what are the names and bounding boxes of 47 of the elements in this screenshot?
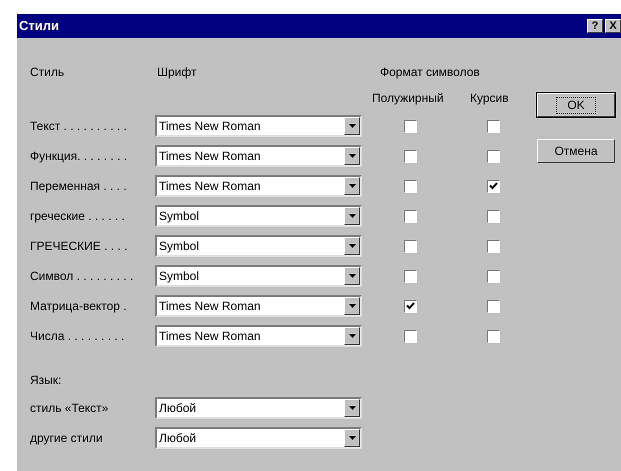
checkbox[interactable] <box>404 270 417 282</box>
checkbox[interactable] <box>404 330 417 342</box>
language-style-label: стиль «Текст» <box>30 400 110 417</box>
font-dropdown[interactable]: Times New Roman <box>155 115 362 137</box>
window-title: Стили <box>19 17 60 36</box>
checkbox[interactable] <box>487 270 500 282</box>
cancel-button[interactable]: Отмена <box>537 139 615 163</box>
language-label: Язык: <box>30 372 62 389</box>
font-dropdown[interactable]: Любой <box>155 397 362 419</box>
close-button[interactable]: X <box>605 19 621 33</box>
font-dropdown[interactable]: Symbol <box>155 205 362 227</box>
style-label: Символ . . . . . . . . . <box>30 268 134 285</box>
checkbox[interactable] <box>487 120 500 132</box>
style-label: Матрица-вектор . <box>30 298 128 315</box>
checkbox[interactable] <box>487 330 500 342</box>
style-label: Функция. . . . . . . . <box>30 148 128 165</box>
checkbox[interactable] <box>487 240 500 252</box>
style-label: Текст . . . . . . . . . . <box>30 118 128 135</box>
help-button[interactable]: ? <box>587 19 603 33</box>
font-dropdown[interactable]: Times New Roman <box>155 175 362 197</box>
style-label: Числа . . . . . . . . . <box>30 328 126 345</box>
column-header: Формат символов <box>380 64 480 81</box>
font-dropdown[interactable]: Любой <box>155 427 362 449</box>
checkbox[interactable] <box>404 240 417 252</box>
font-dropdown[interactable]: Times New Roman <box>155 295 362 317</box>
style-label: греческие . . . . . . <box>30 208 126 225</box>
font-dropdown[interactable]: Times New Roman <box>155 145 362 167</box>
column-header: Стиль <box>30 64 66 81</box>
checkbox[interactable] <box>487 150 500 162</box>
font-dropdown[interactable]: Symbol <box>155 265 362 287</box>
font-dropdown[interactable]: Times New Roman <box>155 325 362 347</box>
checkbox[interactable] <box>487 210 500 222</box>
checkbox[interactable] <box>487 180 500 192</box>
checkbox[interactable] <box>404 300 417 312</box>
checkbox[interactable] <box>404 150 417 162</box>
style-label: Переменная . . . . <box>30 178 128 195</box>
language-style-label: другие стили <box>30 430 104 447</box>
style-label: ГРЕЧЕСКИЕ . . . . <box>30 238 128 255</box>
column-header: Шрифт <box>157 64 198 81</box>
checkbox[interactable] <box>404 120 417 132</box>
ok-button[interactable]: OK <box>537 93 615 117</box>
column-header: Курсив <box>470 90 509 107</box>
checkbox[interactable] <box>404 180 417 192</box>
font-dropdown[interactable]: Symbol <box>155 235 362 257</box>
column-header: Полужирный <box>372 90 445 107</box>
checkbox[interactable] <box>404 210 417 222</box>
checkbox[interactable] <box>487 300 500 312</box>
